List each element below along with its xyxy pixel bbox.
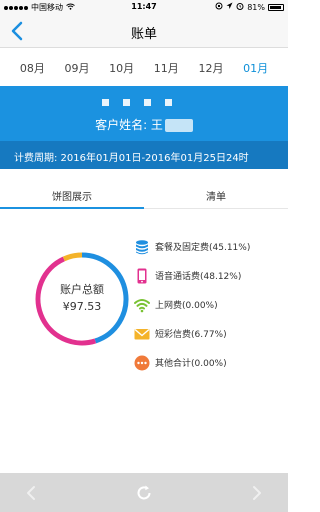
back-nav-button[interactable]	[22, 483, 42, 503]
month-tab[interactable]: 08月	[20, 54, 45, 82]
chart-legend: 套餐及固定费(45.11%) 语音通话费(48.12%) 上网费(0.00%) …	[134, 238, 250, 383]
legend-item: 语音通话费(48.12%)	[134, 267, 250, 284]
battery-icon	[268, 3, 284, 11]
chevron-right-icon	[253, 486, 261, 500]
mask-block	[102, 99, 109, 106]
month-tab[interactable]: 09月	[64, 54, 89, 82]
legend-item: 短彩信费(6.77%)	[134, 325, 250, 342]
legend-label: 短彩信费(6.77%)	[155, 330, 227, 340]
back-button[interactable]	[8, 20, 28, 42]
legend-item: 套餐及固定费(45.11%)	[134, 238, 250, 255]
donut-title: 账户总额	[60, 283, 104, 296]
page-title: 账单	[130, 27, 157, 42]
donut-amount: ¥97.53	[62, 300, 102, 313]
legend-label: 语音通话费(48.12%)	[155, 272, 242, 282]
mask-block	[165, 99, 172, 106]
donut-segment-3	[62, 252, 83, 262]
redacted-name-block	[164, 119, 193, 132]
legend-label: 其他合计(0.00%)	[155, 359, 227, 369]
envelope-icon	[134, 326, 150, 342]
legend-item: 其他合计(0.00%)	[134, 354, 250, 371]
legend-item: 上网费(0.00%)	[134, 296, 250, 313]
customer-label: 客户姓名:	[95, 118, 151, 132]
masked-info	[102, 99, 172, 106]
donut-chart	[35, 252, 129, 346]
battery-percent: 81%	[247, 2, 265, 12]
month-tab[interactable]: 12月	[198, 54, 223, 82]
refresh-icon	[137, 485, 151, 500]
status-right: 81%	[215, 2, 284, 12]
more-dots-icon	[134, 355, 150, 371]
month-selector: 08月 09月 10月 11月 12月 01月	[0, 54, 288, 82]
donut-segment-0	[81, 252, 129, 344]
tab-detail-list[interactable]: 清单	[144, 181, 288, 208]
alarm-icon	[236, 2, 244, 12]
mobile-phone-icon	[134, 268, 150, 284]
month-tab[interactable]: 11月	[154, 54, 179, 82]
customer-name-line: 客户姓名: 王	[0, 116, 288, 133]
mask-block	[123, 99, 130, 106]
tab-pie-chart[interactable]: 饼图展示	[0, 181, 144, 209]
rotation-lock-icon	[215, 2, 223, 12]
refresh-button[interactable]	[134, 483, 154, 503]
legend-label: 上网费(0.00%)	[155, 301, 218, 311]
billing-period: 计费周期: 2016年01月01日-2016年01月25日24时	[0, 141, 288, 169]
month-tab-selected[interactable]: 01月	[243, 54, 268, 82]
chevron-left-icon	[27, 486, 35, 500]
month-tab[interactable]: 10月	[109, 54, 134, 82]
chevron-left-icon	[11, 21, 23, 41]
legend-label: 套餐及固定费(45.11%)	[155, 243, 251, 253]
location-icon	[226, 2, 233, 12]
mask-block	[144, 99, 151, 106]
browser-toolbar	[0, 473, 288, 512]
view-tabs: 饼图展示 清单	[0, 181, 288, 209]
navigation-bar: 账单	[0, 14, 288, 48]
customer-banner: 客户姓名: 王	[0, 86, 288, 141]
forward-nav-button[interactable]	[246, 483, 266, 503]
wifi-icon	[134, 297, 150, 313]
customer-name: 王	[150, 118, 163, 132]
account-total-donut: 账户总额 ¥97.53	[32, 249, 132, 349]
status-bar: 中国移动 11:47 81%	[0, 0, 288, 14]
coin-stack-icon	[134, 239, 150, 255]
